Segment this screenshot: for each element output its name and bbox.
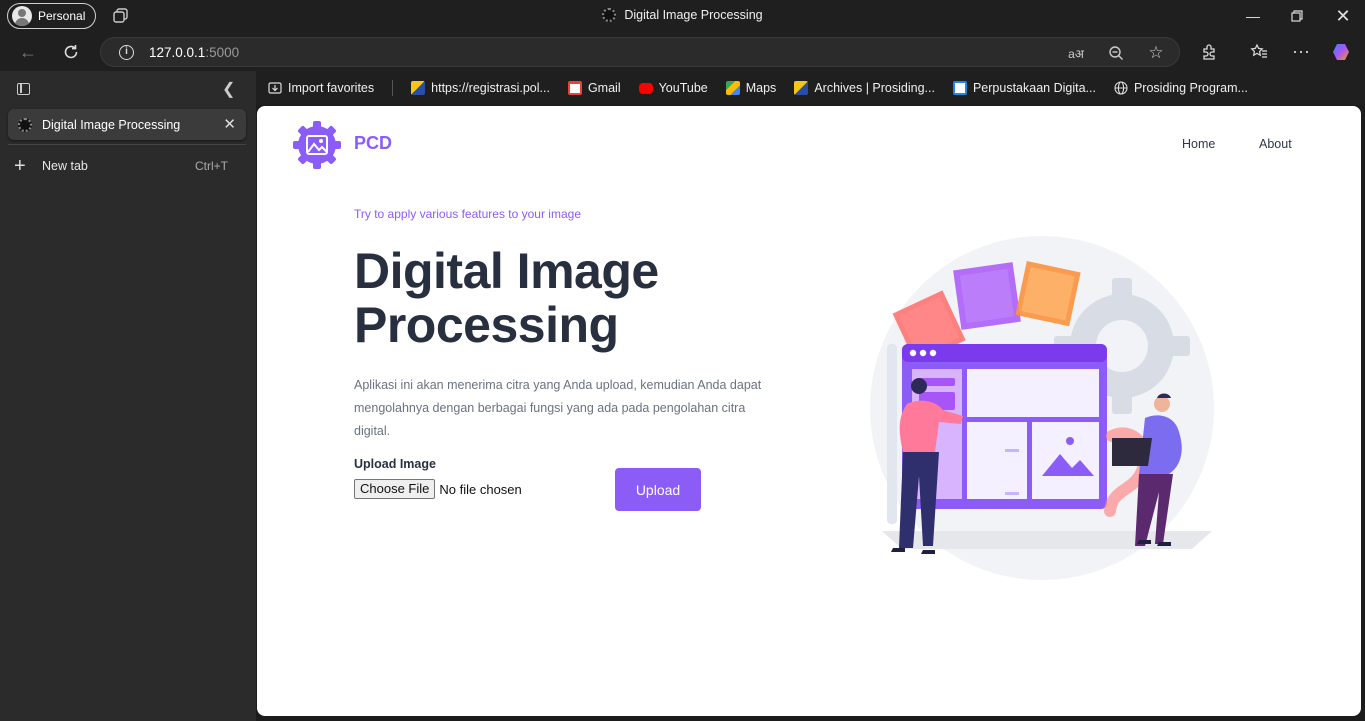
address-bar[interactable]: i 127.0.0.1:5000 aअ ☆ bbox=[100, 37, 1180, 67]
site-info-icon[interactable]: i bbox=[119, 45, 134, 60]
title-bar: Personal Digital Image Processing — ✕ bbox=[0, 0, 1365, 33]
bookmarks-bar: Import favorites https://registrasi.pol.… bbox=[256, 71, 1365, 105]
browser-toolbar: ← i 127.0.0.1:5000 aअ ☆ ⋯ bbox=[0, 33, 1365, 71]
nav-about[interactable]: About bbox=[1259, 137, 1292, 151]
maps-icon bbox=[725, 81, 740, 95]
url-text[interactable]: 127.0.0.1:5000 bbox=[149, 45, 239, 60]
url-host: 127.0.0.1 bbox=[149, 45, 206, 60]
window-title-text: Digital Image Processing bbox=[624, 8, 763, 22]
minimize-button[interactable]: — bbox=[1243, 6, 1263, 26]
refresh-icon bbox=[64, 45, 78, 59]
bookmark-registrasi[interactable]: https://registrasi.pol... bbox=[411, 81, 550, 95]
bookmarks-separator bbox=[392, 80, 394, 96]
bookmark-gmail[interactable]: Gmail bbox=[567, 81, 621, 95]
bookmark-import-favorites[interactable]: Import favorites bbox=[268, 81, 374, 95]
close-tab-icon[interactable]: ✕ bbox=[223, 115, 236, 133]
collapse-sidebar-icon[interactable]: ❮ bbox=[222, 79, 235, 99]
site-icon bbox=[411, 81, 426, 95]
favorite-star-icon[interactable]: ☆ bbox=[1146, 43, 1166, 63]
bookmark-label: Archives | Prosiding... bbox=[814, 81, 935, 95]
file-input[interactable]: Choose File No file chosen bbox=[354, 479, 522, 499]
window-title: Digital Image Processing bbox=[0, 8, 1365, 22]
hero-title: Digital Image Processing bbox=[354, 244, 774, 352]
hero-illustration bbox=[870, 236, 1214, 580]
web-page: PCD Home About Try to apply various feat… bbox=[257, 106, 1361, 716]
choose-file-button[interactable]: Choose File bbox=[354, 479, 436, 499]
import-icon bbox=[268, 82, 282, 94]
upload-label: Upload Image bbox=[354, 457, 436, 471]
nav-home[interactable]: Home bbox=[1182, 137, 1215, 151]
plus-icon: + bbox=[14, 155, 26, 177]
bookmark-maps[interactable]: Maps bbox=[725, 81, 777, 95]
bookmark-label: YouTube bbox=[658, 81, 708, 95]
tab-actions-icon[interactable] bbox=[17, 83, 30, 95]
bookmark-label: Import favorites bbox=[288, 81, 375, 95]
new-tab-button[interactable]: + New tab Ctrl+T bbox=[14, 155, 238, 177]
hero-title-line2: Processing bbox=[354, 297, 619, 353]
upload-button[interactable]: Upload bbox=[615, 468, 701, 511]
site-icon bbox=[794, 81, 809, 95]
hero-title-line1: Digital Image bbox=[354, 243, 659, 299]
bookmark-label: Prosiding Program... bbox=[1133, 81, 1248, 95]
vertical-tabs-sidebar: ❮ Digital Image Processing ✕ + New tab C… bbox=[0, 71, 256, 721]
zoom-icon[interactable] bbox=[1106, 43, 1126, 63]
hero-description: Aplikasi ini akan menerima citra yang An… bbox=[354, 378, 762, 438]
gear-icon bbox=[18, 117, 32, 132]
bookmark-label: https://registrasi.pol... bbox=[431, 81, 550, 95]
gear-icon bbox=[602, 8, 617, 22]
bookmark-youtube[interactable]: YouTube bbox=[638, 81, 708, 95]
bookmark-label: Maps bbox=[745, 81, 777, 95]
new-tab-label: New tab bbox=[42, 159, 88, 173]
read-aloud-icon[interactable]: aअ bbox=[1066, 43, 1086, 63]
url-port: :5000 bbox=[205, 45, 240, 60]
bookmark-perpustakaan[interactable]: Perpustakaan Digita... bbox=[952, 81, 1096, 95]
sidebar-divider bbox=[8, 144, 246, 145]
restore-button[interactable] bbox=[1287, 6, 1307, 26]
bookmark-archives-prosiding[interactable]: Archives | Prosiding... bbox=[794, 81, 935, 95]
tab-digital-image-processing[interactable]: Digital Image Processing ✕ bbox=[8, 109, 246, 140]
brand-name[interactable]: PCD bbox=[354, 133, 392, 154]
file-status: No file chosen bbox=[439, 481, 522, 497]
new-tab-shortcut: Ctrl+T bbox=[195, 159, 228, 173]
globe-icon bbox=[1114, 81, 1128, 95]
hero-eyebrow: Try to apply various features to your im… bbox=[354, 207, 581, 221]
tab-title: Digital Image Processing bbox=[42, 117, 181, 132]
extensions-icon[interactable] bbox=[1198, 41, 1220, 63]
bookmark-label: Perpustakaan Digita... bbox=[972, 81, 1096, 95]
favorites-icon[interactable] bbox=[1248, 41, 1270, 63]
restore-icon bbox=[1291, 10, 1303, 22]
logo-gear-icon[interactable] bbox=[292, 120, 342, 170]
bookmark-label: Gmail bbox=[587, 81, 621, 95]
refresh-button[interactable] bbox=[60, 41, 82, 63]
more-menu-icon[interactable]: ⋯ bbox=[1290, 41, 1312, 63]
youtube-icon bbox=[638, 82, 653, 94]
gmail-icon bbox=[567, 81, 582, 95]
bookmark-prosiding-program[interactable]: Prosiding Program... bbox=[1114, 81, 1248, 95]
close-window-button[interactable]: ✕ bbox=[1333, 6, 1353, 26]
library-icon bbox=[952, 81, 967, 95]
copilot-icon[interactable] bbox=[1331, 41, 1353, 63]
back-button[interactable]: ← bbox=[17, 41, 39, 63]
